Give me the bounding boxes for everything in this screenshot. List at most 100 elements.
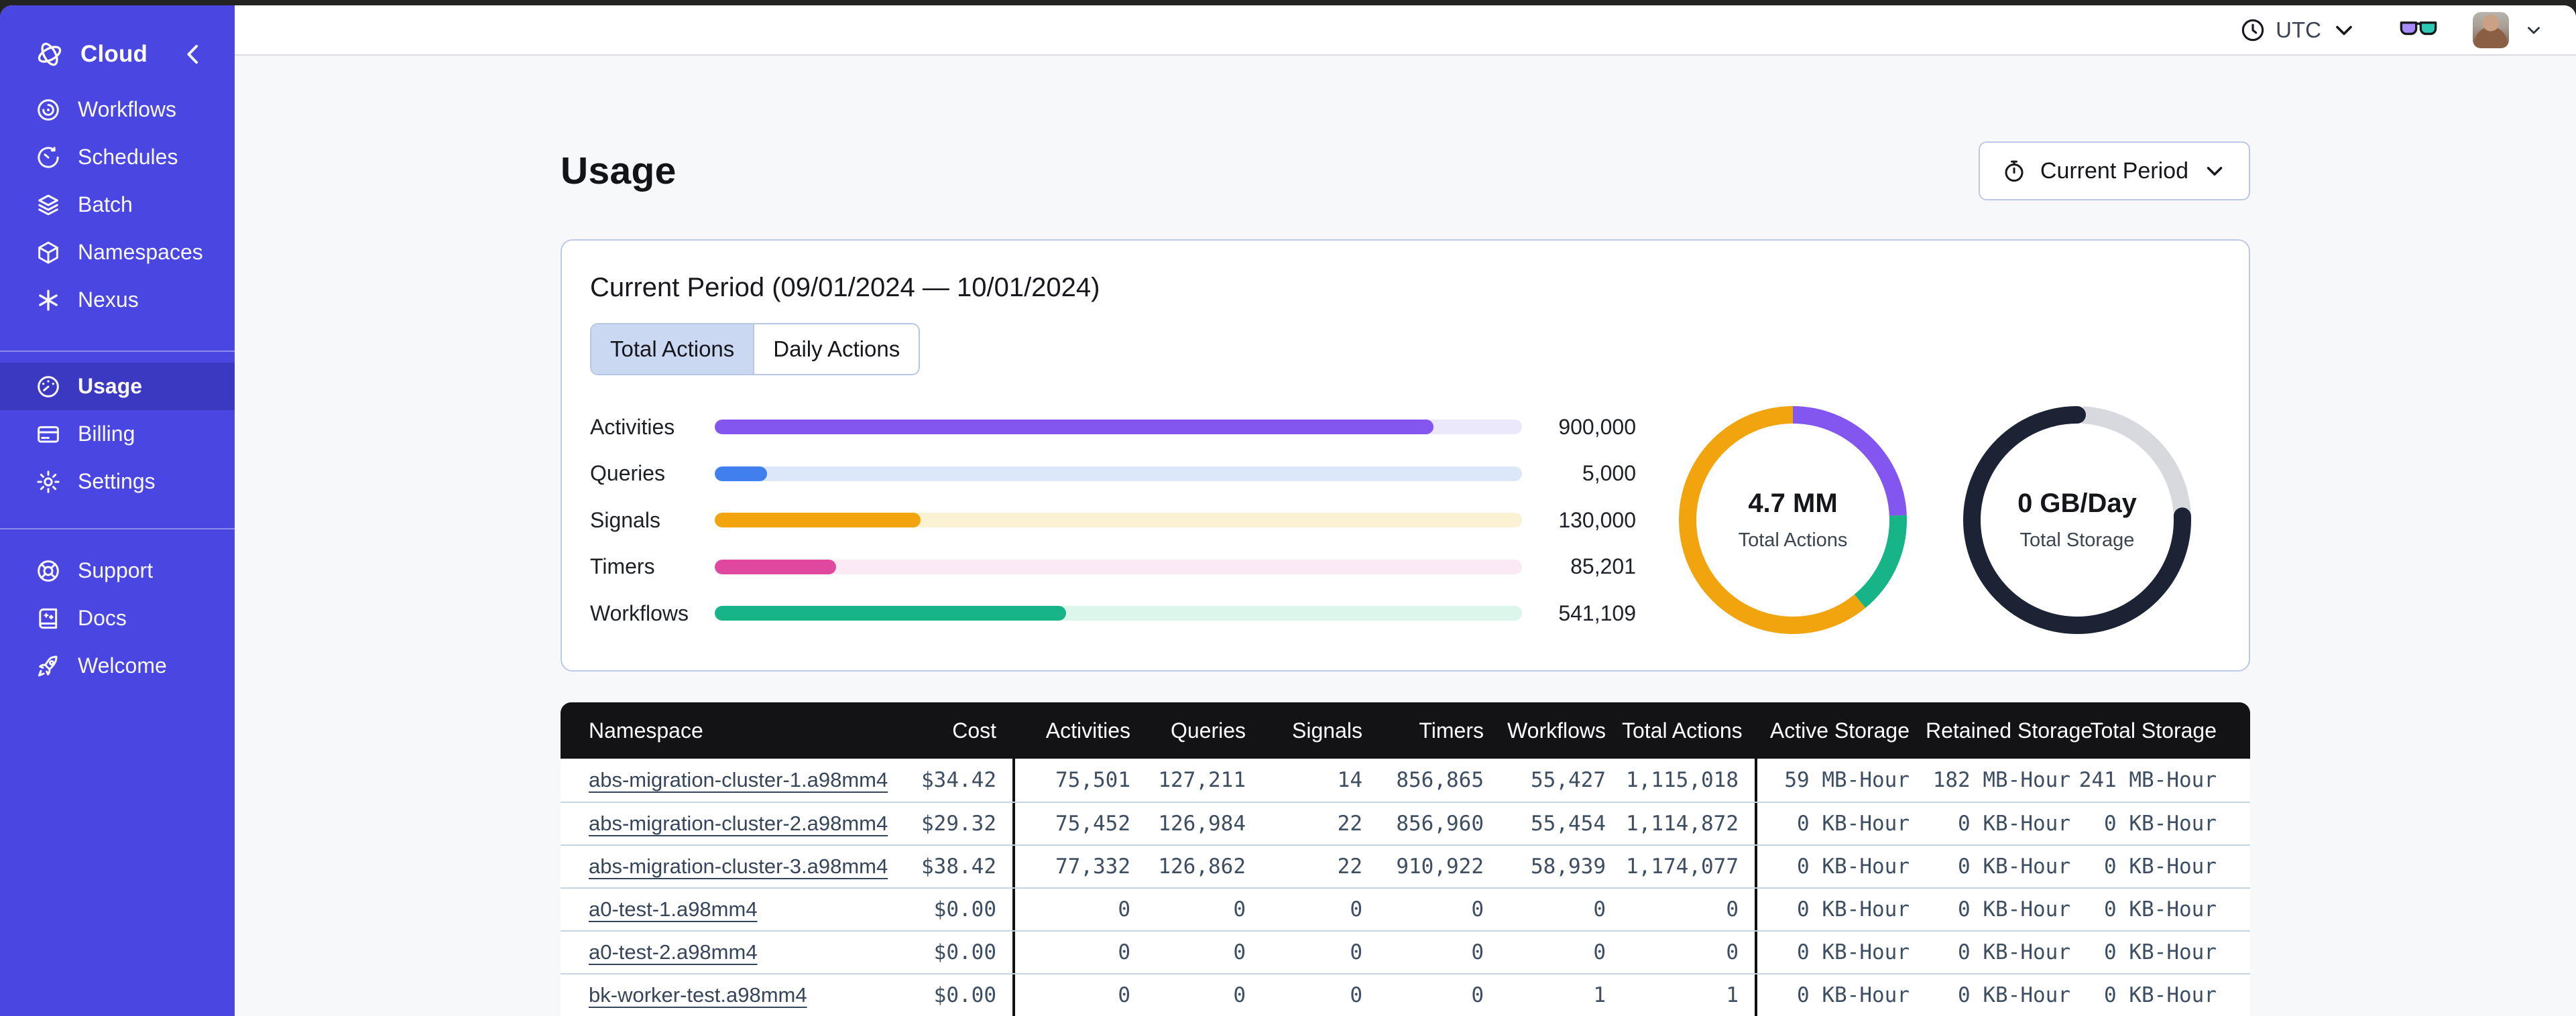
cell-workflows: 0: [1593, 897, 1606, 922]
cell-namespace: abs-migration-cluster-3.a98mm4: [561, 846, 916, 887]
cell-namespace: abs-migration-cluster-2.a98mm4: [561, 803, 916, 844]
donut-value: 0 GB/Day: [2017, 489, 2137, 518]
sidebar-item-docs[interactable]: Docs: [0, 594, 235, 642]
donut-total-actions: 4.7 MM Total Actions: [1675, 402, 1911, 638]
usage-chart-row: Activities 900,000 Queries 5,000 Signals 130,…: [590, 405, 2221, 635]
usage-donuts: 4.7 MM Total Actions 0 GB/Day Total Stor…: [1675, 402, 2195, 638]
namespace-link[interactable]: abs-migration-cluster-1.a98mm4: [589, 768, 888, 792]
cell-namespace: bk-worker-test.a98mm4: [561, 974, 916, 1016]
sidebar-item-welcome[interactable]: Welcome: [0, 642, 235, 690]
namespace-link[interactable]: abs-migration-cluster-2.a98mm4: [589, 812, 888, 836]
cell-queries: 0: [1233, 897, 1246, 922]
sidebar-collapse-button[interactable]: [178, 40, 208, 69]
bar-label: Queries: [590, 461, 666, 485]
cell-cost: $0.00: [933, 940, 996, 964]
bar-value: 85,201: [1570, 554, 1636, 578]
topbar: UTC: [235, 5, 2576, 56]
sidebar-item-batch[interactable]: Batch: [0, 181, 235, 229]
usage-table: Namespace Cost Activities Queries Signals Tim…: [561, 702, 2250, 1016]
bar-track: [715, 466, 1522, 481]
namespaces-cube-icon: [35, 239, 62, 266]
namespace-link[interactable]: abs-migration-cluster-3.a98mm4: [589, 854, 888, 879]
chevron-down-icon: [2202, 158, 2227, 184]
sidebar-item-label: Docs: [78, 606, 127, 630]
temporal-logo-icon: [35, 40, 64, 69]
user-menu[interactable]: [2473, 11, 2544, 48]
page-title: Usage: [561, 149, 677, 192]
cell-cost: $0.00: [933, 897, 996, 922]
bar-row-signals: Signals 130,000: [590, 507, 1636, 533]
sidebar-item-settings[interactable]: Settings: [0, 458, 235, 505]
cell-total-storage: 0 KB-Hour: [2104, 983, 2217, 1007]
cell-activities: 75,452: [1012, 803, 1147, 844]
cell-active-storage: 0 KB-Hour: [1755, 803, 1926, 844]
namespace-link[interactable]: a0-test-1.a98mm4: [589, 897, 758, 922]
cell-workflows: 55,454: [1531, 812, 1606, 836]
cell-total-actions: 0: [1726, 897, 1739, 922]
cell-timers: 0: [1471, 897, 1484, 922]
cell-cost: $29.32: [921, 812, 996, 836]
bar-fill: [715, 559, 836, 574]
cell-retained-storage: 182 MB-Hour: [1932, 768, 2070, 792]
sidebar-item-schedules[interactable]: Schedules: [0, 133, 235, 181]
table-row: abs-migration-cluster-1.a98mm4 $34.42 75,5…: [561, 759, 2250, 802]
donut-label: Total Storage: [2019, 529, 2135, 551]
workflows-icon: [35, 97, 62, 123]
usage-card: Current Period (09/01/2024 — 10/01/2024)…: [561, 239, 2250, 672]
sidebar-item-billing[interactable]: Billing: [0, 410, 235, 458]
cell-cost: $34.42: [921, 768, 996, 792]
cell-signals: 22: [1337, 812, 1362, 836]
cell-total-storage: 0 KB-Hour: [2104, 854, 2217, 879]
sidebar-item-label: Usage: [78, 374, 143, 398]
sidebar-item-nexus[interactable]: Nexus: [0, 276, 235, 324]
header-cell-active-storage: Active Storage: [1769, 718, 1910, 743]
cell-activities: 0: [1012, 889, 1147, 930]
namespace-link[interactable]: a0-test-2.a98mm4: [589, 940, 758, 964]
period-selector-label: Current Period: [2040, 157, 2188, 184]
sidebar-item-workflows[interactable]: Workflows: [0, 86, 235, 133]
cell-signals: 22: [1337, 854, 1362, 879]
sidebar-item-namespaces[interactable]: Namespaces: [0, 229, 235, 276]
avatar: [2473, 11, 2509, 48]
bar-fill: [715, 606, 1066, 621]
donut-label: Total Actions: [1738, 529, 1848, 551]
tab-total-actions[interactable]: Total Actions: [591, 324, 754, 374]
sidebar-groups: Workflows Schedules Batch Namespaces Nexus Us…: [0, 78, 235, 690]
tab-daily-actions[interactable]: Daily Actions: [753, 324, 919, 374]
timezone-label: UTC: [2276, 17, 2321, 42]
cell-cost: $38.42: [921, 854, 996, 879]
feedback-glasses-button[interactable]: [2399, 19, 2438, 42]
cell-workflows: 55,427: [1531, 768, 1606, 792]
sidebar-item-label: Workflows: [78, 97, 176, 121]
table-body: abs-migration-cluster-1.a98mm4 $34.42 75,5…: [561, 759, 2250, 1016]
bar-track: [715, 559, 1522, 574]
chevron-down-icon: [2331, 17, 2357, 44]
sidebar-item-label: Settings: [78, 469, 156, 493]
cell-active-storage: 59 MB-Hour: [1755, 759, 1926, 802]
cell-total-storage: 0 KB-Hour: [2104, 897, 2217, 922]
namespace-link[interactable]: bk-worker-test.a98mm4: [589, 983, 807, 1007]
header-cell-queries: Queries: [1170, 718, 1246, 743]
cell-timers: 0: [1471, 983, 1484, 1007]
cell-active-storage: 0 KB-Hour: [1755, 846, 1926, 887]
cell-total-actions: 1,114,872: [1626, 812, 1739, 836]
cell-active-storage: 0 KB-Hour: [1755, 889, 1926, 930]
sidebar-item-label: Support: [78, 558, 154, 582]
cell-timers: 0: [1471, 940, 1484, 964]
timezone-selector[interactable]: UTC: [2239, 17, 2357, 44]
content: Usage Current Period Current Period (09/…: [561, 56, 2250, 1016]
billing-card-icon: [35, 421, 62, 448]
sidebar-item-usage[interactable]: Usage: [0, 363, 235, 410]
app-window: Cloud Workflows Schedules Batch Namespaces N…: [0, 5, 2576, 1016]
donut-total-storage: 0 GB/Day Total Storage: [1959, 402, 2195, 638]
cell-namespace: a0-test-2.a98mm4: [561, 932, 916, 973]
sidebar-item-support[interactable]: Support: [0, 547, 235, 594]
cell-total-actions: 1,115,018: [1626, 768, 1739, 792]
cell-active-storage: 0 KB-Hour: [1755, 974, 1926, 1016]
batch-layers-icon: [35, 192, 62, 218]
period-selector-button[interactable]: Current Period: [1978, 141, 2250, 200]
glasses-icon: [2400, 21, 2437, 35]
table-row: a0-test-1.a98mm4 $0.00 0 0 0 0 0 0 0 KB-Hour 0 KB…: [561, 887, 2250, 930]
sidebar-brand[interactable]: Cloud: [0, 31, 235, 78]
cell-queries: 0: [1233, 940, 1246, 964]
